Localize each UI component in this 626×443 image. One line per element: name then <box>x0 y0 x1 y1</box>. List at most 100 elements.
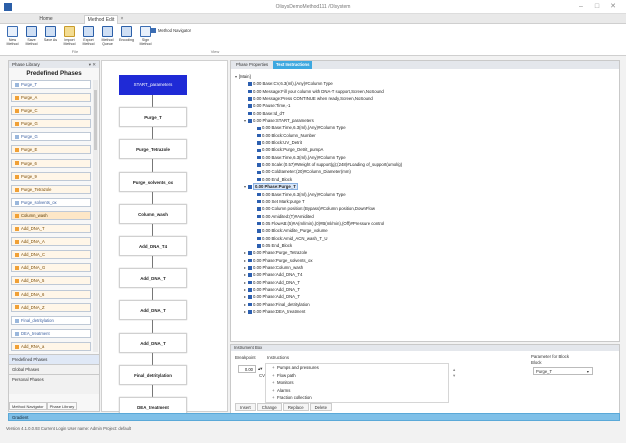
tab-home[interactable]: Home <box>32 15 60 24</box>
tree-node[interactable]: ▸ 0.00 Phase:DEA_treatment <box>235 308 615 315</box>
tree-node[interactable]: 0.00 Message:Fill your column with DNA-T… <box>235 88 615 95</box>
phase-library-item[interactable]: Add_DNA_A <box>11 237 91 247</box>
tree-node[interactable]: 0.00 Base:Time,6.3(ml),(Any)#Column Type <box>235 154 615 161</box>
tree-node[interactable]: ▸ 0.00 Phase:Add_DNA_T <box>235 279 615 286</box>
tree-node[interactable]: 0.00 Base:CV,6.3(ml),(Any)#Column Type <box>235 80 615 87</box>
tree-node[interactable]: 0.00 Block:Column_Number <box>235 132 615 139</box>
tab-method-navigator[interactable]: Method Navigator <box>9 402 47 410</box>
flow-block[interactable]: Final_detritylation <box>119 364 187 385</box>
phase-library-item[interactable]: Final_detritylation <box>11 315 91 325</box>
tree-node[interactable]: 0.00 End_Block <box>235 176 615 183</box>
insert-button[interactable]: Insert <box>235 403 256 411</box>
instruction-category[interactable]: + Flow path <box>266 372 448 380</box>
pin-icon[interactable]: ▾ ✕ <box>89 62 96 68</box>
instruction-category[interactable]: + Monitors <box>266 379 448 387</box>
phase-library-item[interactable]: Purge_9 <box>11 171 91 181</box>
phase-library-item[interactable]: Purge_E <box>11 145 91 155</box>
tab-phase-library[interactable]: Phase Library <box>46 402 78 410</box>
flow-block[interactable]: Purge_T <box>119 107 187 128</box>
instruction-category[interactable]: + Fraction collection <box>266 394 448 402</box>
tree-node[interactable]: 0.00 Base:Time,6.3(ml),(Any)#Column Type <box>235 191 615 198</box>
tree-node[interactable]: 0.00 Column position:(Bypass)#Column pos… <box>235 205 615 212</box>
category-global-phases[interactable]: Global Phases <box>9 364 99 374</box>
scrollbar-thumb[interactable] <box>94 90 97 150</box>
tree-root[interactable]: ▾ [Main] <box>235 73 615 80</box>
tree-node[interactable]: 0.00 Scale:(0.57)#Weight of support(g);(… <box>235 161 615 168</box>
tree-node[interactable]: ▸ 0.00 Phase:Purge_Tetrazole <box>235 249 615 256</box>
phase-library-item[interactable]: Add_DNA_G <box>11 263 91 273</box>
phase-library-item[interactable]: Add_DNA_5 <box>11 276 91 286</box>
encoding-button[interactable]: Encoding <box>118 26 135 52</box>
spinner-icon[interactable]: ▴▾ <box>258 366 262 372</box>
method-navigator-toggle[interactable]: Method Navigator <box>151 28 191 34</box>
tree-node[interactable]: 0.00 Block:UV_Detrit <box>235 139 615 146</box>
tree-node[interactable]: 0.00 Base:Time,6.3(ml),(Any)#Column Type <box>235 124 615 131</box>
maximize-button[interactable]: □ <box>590 2 604 12</box>
phase-library-item[interactable]: Purge_6 <box>11 158 91 168</box>
tree-node[interactable]: 0.05 End_Block <box>235 242 615 249</box>
save-method-button[interactable]: Save Method <box>23 26 40 52</box>
flow-block[interactable]: Purge_solvents_ox <box>119 171 187 192</box>
minimize-button[interactable]: – <box>574 2 588 12</box>
close-tab-icon[interactable]: × <box>118 15 126 24</box>
change-button[interactable]: Change <box>256 403 282 411</box>
tree-node[interactable]: 0.00 Block:Amidite_Purge_volume <box>235 227 615 234</box>
list-scrollbar[interactable]: ▴ ▾ <box>453 367 455 379</box>
flow-block[interactable]: Add_DNA_T <box>119 300 187 321</box>
tree-node[interactable]: ▸ 0.00 Phase:Final_detritylation <box>235 301 615 308</box>
instruction-category[interactable]: + Pumps and pressures <box>266 364 448 372</box>
phase-library-item[interactable]: Purge_G <box>11 132 91 142</box>
phase-library-item[interactable]: Purge_A <box>11 93 91 103</box>
phase-library-item[interactable]: DEA_treatment <box>11 328 91 338</box>
phase-library-item[interactable]: Column_wash <box>11 210 91 220</box>
flow-block[interactable]: Column_wash <box>119 203 187 224</box>
tree-node[interactable]: 0.00 Pause:Time,-1 <box>235 102 615 109</box>
tree-node[interactable]: ▾ 0.00 Phase:Purge_T <box>235 183 615 191</box>
breakpoint-input[interactable]: 0.00 <box>238 365 256 373</box>
tree-node[interactable]: 0.00 Block:Amid_ACN_wash_T_U <box>235 235 615 242</box>
phase-library-item[interactable]: Add_DNA_6 <box>11 289 91 299</box>
close-button[interactable]: ✕ <box>606 2 620 12</box>
new-method-button[interactable]: New Method <box>4 26 21 52</box>
phase-library-item[interactable]: Add_DNA_T <box>11 224 91 234</box>
phase-list-scrollbar[interactable] <box>93 80 98 352</box>
phase-library-item[interactable]: Purge_C <box>11 106 91 116</box>
phase-library-item[interactable]: Purge_G <box>11 119 91 129</box>
tree-node[interactable]: 0.00 Message:Press CONTINUE when ready,S… <box>235 95 615 102</box>
phase-library-item[interactable]: Add_DNA_Z <box>11 302 91 312</box>
flow-block[interactable]: Add_DNA_T <box>119 268 187 289</box>
tree-node[interactable]: 0.00 Set Mark:purge T <box>235 198 615 205</box>
instruction-category[interactable]: + Alarms <box>266 387 448 395</box>
tree-node[interactable]: ▾ 0.00 Phase:START_parameters <box>235 117 615 124</box>
save-as-button[interactable]: Save As <box>42 26 59 52</box>
tab-method-edit[interactable]: Method Edit <box>84 15 118 24</box>
flow-block[interactable]: Add_DNA_T <box>119 332 187 353</box>
replace-button[interactable]: Replace <box>282 403 309 411</box>
tree-node[interactable]: ▸ 0.00 Phase:Add_DNA_T <box>235 286 615 293</box>
tree-node[interactable]: ▸ 0.00 Phase:Add_DNA_T <box>235 293 615 300</box>
tab-phase-properties[interactable]: Phase Properties <box>233 61 271 69</box>
tree-node[interactable]: 0.00 Block:Purge_Detrit_pumpA <box>235 146 615 153</box>
category-personal-phases[interactable]: Personal Phases <box>9 374 99 394</box>
tree-node[interactable]: 0.05 FlowAB:(5)#A(ml/min),(0)#B(ml/min),… <box>235 220 615 227</box>
tree-node[interactable]: ▸ 0.00 Phase:Add_DNA_T4 <box>235 271 615 278</box>
phase-library-item[interactable]: Purge_solvents_ox <box>11 197 91 207</box>
delete-button[interactable]: Delete <box>309 403 332 411</box>
phase-library-item[interactable]: Add_DNA_C <box>11 250 91 260</box>
phase-library-item[interactable]: Purge_T <box>11 80 91 89</box>
tree-node[interactable]: ▸ 0.00 Phase:Purge_solvents_ox <box>235 257 615 264</box>
tree-node[interactable]: 0.00 Amidited:(T)#Amidited <box>235 213 615 220</box>
tree-node[interactable]: 0.00 Base:Id_dT <box>235 110 615 117</box>
flow-block[interactable]: Add_DNA_T4 <box>119 236 187 256</box>
instruction-icon <box>257 141 261 145</box>
start-parameters-block[interactable]: START_parameters <box>119 75 187 95</box>
tree-node[interactable]: ▸ 0.00 Phase:Column_wash <box>235 264 615 271</box>
phase-library-item[interactable]: Add_RNA_a <box>11 341 91 351</box>
phase-library-item[interactable]: Purge_Tetrazole <box>11 184 91 194</box>
tree-node[interactable]: 0.00 ColdIameter:(20)#Column_Diameter(mm… <box>235 168 615 175</box>
tab-text-instructions[interactable]: Text Instructions <box>273 61 313 69</box>
category-predefined-phases[interactable]: Predefined Phases <box>9 354 99 364</box>
method-queue-button[interactable]: Method Queue <box>99 26 116 52</box>
flow-block[interactable]: Purge_Tetrazole <box>119 139 187 160</box>
block-select[interactable]: Purge_T ▾ <box>533 367 593 375</box>
